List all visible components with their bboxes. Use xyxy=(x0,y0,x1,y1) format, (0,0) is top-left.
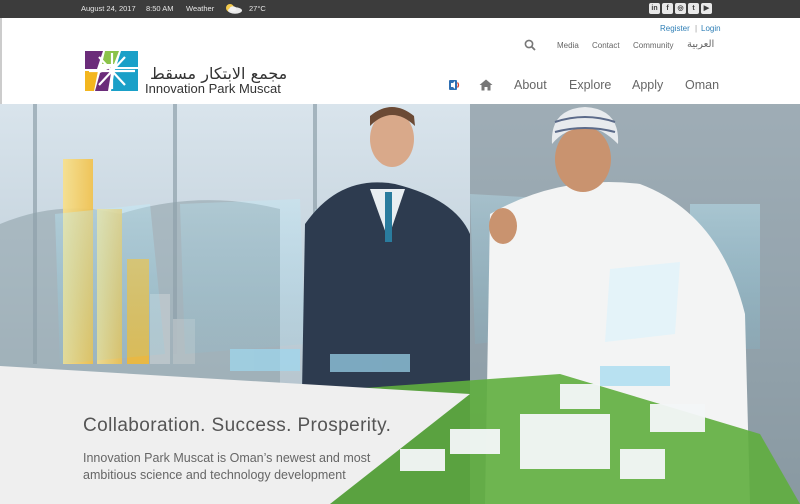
logo-english-text: Innovation Park Muscat xyxy=(145,81,281,96)
twitter-icon[interactable]: t xyxy=(688,3,699,14)
nav-about[interactable]: About xyxy=(514,78,547,92)
logo-mark-icon[interactable] xyxy=(85,51,138,91)
contact-link[interactable]: Contact xyxy=(592,41,620,50)
community-link[interactable]: Community xyxy=(633,41,673,50)
nav-oman[interactable]: Oman xyxy=(685,78,719,92)
hero-headline: Collaboration. Success. Prosperity. xyxy=(83,415,392,436)
auth-separator: | xyxy=(695,24,698,33)
register-link[interactable]: Register xyxy=(660,24,690,33)
site-header: Register | Login Media Contact Community… xyxy=(0,18,800,104)
instagram-icon[interactable]: ◎ xyxy=(675,3,686,14)
nav-explore[interactable]: Explore xyxy=(569,78,611,92)
language-switch[interactable]: العربية xyxy=(687,39,714,50)
nav-apply[interactable]: Apply xyxy=(632,78,663,92)
temperature-text: 27°C xyxy=(249,4,266,13)
linkedin-icon[interactable]: in xyxy=(649,3,660,14)
hero-description: Innovation Park Muscat is Oman’s newest … xyxy=(83,451,371,482)
weather-label: Weather xyxy=(186,4,215,13)
hero-image xyxy=(0,104,800,504)
search-icon[interactable] xyxy=(524,39,536,51)
youtube-icon[interactable]: ▶ xyxy=(701,3,712,14)
facebook-icon[interactable]: f xyxy=(662,3,673,14)
hero-banner: Collaboration. Success. Prosperity. Inno… xyxy=(0,104,800,504)
accessibility-audio-icon[interactable] xyxy=(448,79,462,91)
home-icon[interactable] xyxy=(479,79,493,91)
top-bar: August 24, 2017 8:50 AM Weather 27°C in … xyxy=(0,0,800,18)
date-text: August 24, 2017 xyxy=(81,4,136,13)
media-link[interactable]: Media xyxy=(557,41,579,50)
login-link[interactable]: Login xyxy=(701,24,721,33)
partly-cloudy-icon xyxy=(226,4,242,14)
time-text: 8:50 AM xyxy=(146,4,174,13)
